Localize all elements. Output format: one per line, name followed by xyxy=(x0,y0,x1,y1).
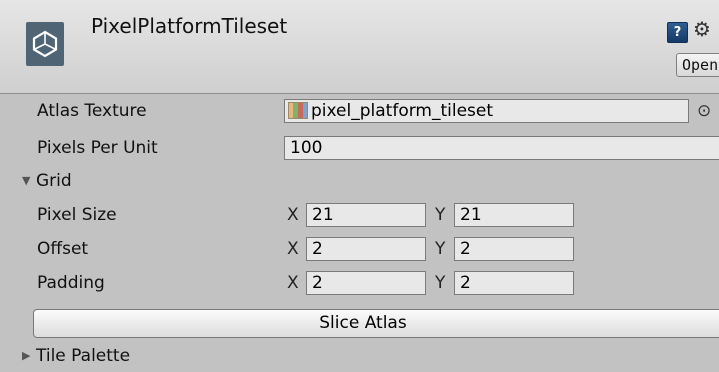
atlas-texture-field[interactable]: pixel_platform_tileset xyxy=(284,99,689,123)
offset-label: Offset xyxy=(37,239,89,259)
offset-y-input[interactable]: 2 xyxy=(454,237,574,261)
offset-y-label: Y xyxy=(435,239,446,259)
tile-palette-foldout[interactable]: ▶ Tile Palette xyxy=(22,344,130,368)
pixel-size-y-label: Y xyxy=(435,205,446,225)
settings-gear-icon[interactable]: ⚙ xyxy=(693,18,711,40)
padding-x-label: X xyxy=(287,273,299,293)
slice-atlas-button[interactable]: Slice Atlas xyxy=(33,309,719,338)
atlas-texture-value: pixel_platform_tileset xyxy=(311,101,494,121)
padding-y-label: Y xyxy=(435,273,446,293)
offset-x-input[interactable]: 2 xyxy=(306,237,426,261)
pixel-size-x-input[interactable]: 21 xyxy=(306,203,426,227)
grid-foldout[interactable]: ▼ Grid xyxy=(22,169,72,193)
pixels-per-unit-input[interactable]: 100 xyxy=(284,136,719,160)
inspector-header: PixelPlatformTileset ? ⚙ Open xyxy=(0,0,719,94)
padding-x-input[interactable]: 2 xyxy=(306,271,426,295)
asset-title: PixelPlatformTileset xyxy=(91,14,288,38)
foldout-expanded-arrow-icon: ▼ xyxy=(22,174,31,187)
pixel-size-x-label: X xyxy=(287,205,299,225)
offset-x-label: X xyxy=(287,239,299,259)
tile-palette-foldout-label: Tile Palette xyxy=(36,346,131,366)
pixel-size-y-input[interactable]: 21 xyxy=(454,203,574,227)
atlas-texture-label: Atlas Texture xyxy=(37,101,147,121)
help-book-icon[interactable]: ? xyxy=(667,22,688,43)
unity-logo-icon xyxy=(26,22,64,66)
padding-y-input[interactable]: 2 xyxy=(454,271,574,295)
pixels-per-unit-label: Pixels Per Unit xyxy=(37,138,158,158)
grid-foldout-label: Grid xyxy=(36,171,72,191)
texture-thumbnail-icon xyxy=(288,102,308,119)
pixel-size-label: Pixel Size xyxy=(37,205,117,225)
open-button[interactable]: Open xyxy=(676,53,719,77)
object-picker-icon[interactable]: ⊙ xyxy=(697,99,711,123)
foldout-collapsed-arrow-icon: ▶ xyxy=(22,349,31,362)
padding-label: Padding xyxy=(37,273,105,293)
